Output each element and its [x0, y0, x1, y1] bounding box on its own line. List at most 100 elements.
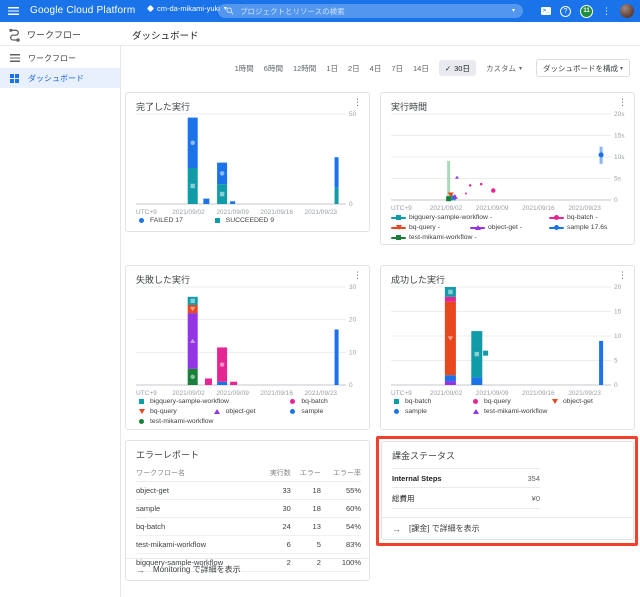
hamburger-menu-icon[interactable]: [8, 7, 19, 15]
legend-marker-icon: [212, 217, 223, 224]
list-icon: [10, 54, 20, 62]
card-failed-executions: 失敗した実行 ⋮ 0 10 20 30 UTC+9 2021/09/02 2021/09/0…: [125, 265, 370, 430]
range-1d[interactable]: 1日: [326, 63, 338, 74]
time-range-toolbar: 1時間 6時間 12時間 1日 2日 4日 7日 14日 ✓ 30日 カスタム …: [235, 56, 630, 80]
legend-item[interactable]: FAILED 17: [136, 217, 210, 224]
legend-label: bq-batch: [405, 398, 432, 405]
range-12h[interactable]: 12時間: [293, 63, 316, 74]
legend-item[interactable]: bq-batch: [287, 398, 361, 405]
card-menu-icon[interactable]: ⋮: [618, 98, 627, 107]
card-menu-icon[interactable]: ⋮: [353, 98, 362, 107]
legend-marker-icon: [470, 408, 481, 415]
legend-marker-icon: [136, 408, 147, 415]
card-execution-time: 実行時間 ⋮ 0 5s 10s 15s 20s UTC+9 2021/09/02 2021/0…: [380, 92, 635, 245]
svg-text:2021/09/02: 2021/09/02: [172, 390, 205, 397]
legend-item[interactable]: SUCCEEDED 9: [212, 217, 286, 224]
range-6h[interactable]: 6時間: [264, 63, 283, 74]
avatar[interactable]: [620, 4, 634, 18]
svg-text:2021/09/16: 2021/09/16: [260, 390, 293, 397]
sidebar-item-workflows[interactable]: ワークフロー: [0, 48, 120, 68]
legend-item[interactable]: test-mikami-workflow -: [391, 234, 547, 241]
legend-item[interactable]: bq-query: [136, 408, 210, 415]
chevron-down-icon: ▾: [518, 65, 522, 72]
legend-item[interactable]: bigquery-sample-workflow -: [391, 214, 547, 221]
product-name: ワークフロー: [27, 29, 82, 40]
search-input[interactable]: プロジェクトとリソースの検索 ▾: [218, 4, 523, 18]
svg-text:20s: 20s: [614, 111, 625, 118]
legend-marker-icon: [391, 234, 406, 241]
sidebar-item-label: ダッシュボード: [28, 73, 84, 83]
svg-text:2021/09/23: 2021/09/23: [305, 209, 338, 216]
cloud-shell-icon[interactable]: >_: [541, 7, 551, 15]
notifications-badge[interactable]: 11: [580, 4, 593, 18]
card-menu-icon[interactable]: ⋮: [618, 271, 627, 280]
range-1h[interactable]: 1時間: [235, 63, 254, 74]
svg-text:2021/09/23: 2021/09/23: [305, 390, 338, 397]
legend-marker-icon: [212, 408, 223, 415]
card-successful-executions: 成功した実行 ⋮ 0 5 10 15 20 UTC+9 2021/09/02 2021/09/…: [380, 265, 635, 430]
legend-item[interactable]: bq-query -: [391, 224, 468, 231]
range-4d[interactable]: 4日: [370, 63, 382, 74]
project-selector[interactable]: cm-da-mikami-yuki ▾: [146, 4, 227, 13]
gcp-logo-text: Google Cloud Platform: [30, 5, 136, 16]
app-bar: Google Cloud Platform cm-da-mikami-yuki …: [0, 0, 640, 22]
legend-marker-icon: [470, 398, 481, 405]
svg-text:2021/09/02: 2021/09/02: [430, 390, 463, 397]
table-row: 総費用 ¥0: [392, 487, 540, 509]
svg-text:UTC+9: UTC+9: [391, 205, 412, 212]
help-icon[interactable]: ?: [560, 5, 571, 17]
legend-label: bq-batch -: [567, 214, 598, 221]
legend-marker-icon: [391, 408, 402, 415]
billing-details-link[interactable]: → [課金] で詳細を表示: [382, 517, 633, 539]
legend-item[interactable]: bq-batch -: [549, 214, 626, 221]
legend-item[interactable]: bq-query: [470, 398, 547, 405]
legend-item[interactable]: sample: [391, 408, 468, 415]
range-7d[interactable]: 7日: [391, 63, 403, 74]
range-custom[interactable]: カスタム ▾: [486, 63, 522, 74]
svg-text:UTC+9: UTC+9: [391, 390, 412, 397]
svg-text:2021/09/23: 2021/09/23: [568, 390, 601, 397]
svg-text:2021/09/16: 2021/09/16: [522, 205, 555, 212]
range-30d-selected[interactable]: ✓ 30日: [438, 60, 476, 76]
legend-item[interactable]: bigquery-sample-workflow: [136, 398, 285, 405]
legend-item[interactable]: test-mikami-workflow: [470, 408, 626, 415]
svg-text:0: 0: [614, 382, 618, 389]
legend-item[interactable]: object-get: [212, 408, 286, 415]
legend-item[interactable]: sample 17.6s: [549, 224, 626, 231]
svg-text:0: 0: [349, 382, 353, 389]
range-2d[interactable]: 2日: [348, 63, 360, 74]
legend-label: sample: [301, 408, 324, 415]
billing-value: ¥0: [510, 487, 540, 509]
billing-value: 354: [510, 468, 540, 488]
sidebar-item-dashboard[interactable]: ダッシュボード: [0, 68, 120, 88]
legend-item[interactable]: bq-batch: [391, 398, 468, 405]
legend-marker-icon: [549, 224, 564, 231]
error-report-table: ワークフロー名 実行数 エラー エラー率 object-get 33 18 55% sampl…: [136, 465, 361, 572]
configure-dashboard-button[interactable]: ダッシュボードを構成 ▾: [536, 59, 630, 77]
card-menu-icon[interactable]: ⋮: [353, 271, 362, 280]
product-home[interactable]: ワークフロー: [8, 22, 81, 46]
dashboard-grid-icon: [10, 73, 14, 78]
svg-text:UTC+9: UTC+9: [136, 209, 157, 216]
table-row: sample 30 18 60%: [136, 499, 361, 518]
card-title: エラーレポート: [136, 450, 200, 460]
legend-label: test-mikami-workflow: [150, 418, 214, 425]
legend-item[interactable]: object-get: [549, 398, 626, 405]
search-chevron-icon[interactable]: ▾: [512, 8, 515, 14]
legend-marker-icon: [549, 214, 564, 221]
chart-execution-time: 0 5s 10s 15s 20s UTC+9 2021/09/02 2021/09/09 202…: [389, 109, 626, 220]
svg-text:15s: 15s: [614, 133, 625, 140]
more-options-icon[interactable]: ⋮: [602, 6, 611, 17]
range-14d[interactable]: 14日: [413, 63, 429, 74]
svg-text:10s: 10s: [614, 154, 625, 161]
legend-item[interactable]: test-mikami-workflow: [136, 418, 285, 425]
svg-text:0: 0: [349, 201, 353, 208]
legend-label: object-get -: [488, 224, 523, 231]
legend-item[interactable]: object-get -: [470, 224, 547, 231]
legend-label: bq-query: [150, 408, 177, 415]
legend-label: object-get: [563, 398, 593, 405]
legend-item[interactable]: sample: [287, 408, 361, 415]
card-billing-status: 課金ステータス Internal Steps 354 総費用 ¥0 → [課金]…: [381, 441, 634, 540]
svg-text:2021/09/09: 2021/09/09: [216, 390, 249, 397]
monitoring-details-link[interactable]: → Monitoring で詳細を表示: [126, 558, 369, 580]
